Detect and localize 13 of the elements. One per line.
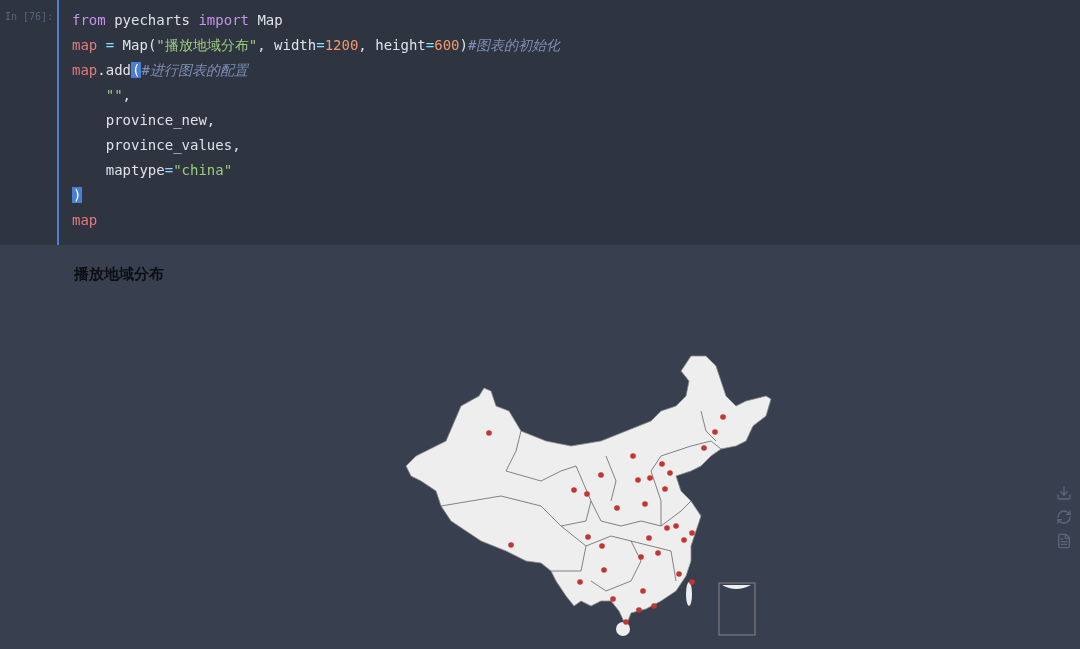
code-line: from pyecharts import Map — [72, 11, 283, 30]
code-line: maptype="china" — [104, 161, 233, 180]
code-line: province_new, — [104, 111, 216, 131]
code-line: province_values, — [104, 136, 241, 156]
code-line: map = Map("播放地域分布", width=1200, height=600)#图表的初始化 — [72, 36, 561, 55]
refresh-icon[interactable] — [1056, 509, 1072, 525]
document-icon[interactable] — [1056, 533, 1072, 549]
cell-prompt: In [76]: — [5, 11, 54, 22]
chart-title: 播放地域分布 — [74, 265, 164, 283]
download-icon[interactable] — [1056, 485, 1072, 501]
code-line: map.add(#进行图表的配置 — [72, 61, 248, 80]
code-line: "", — [104, 86, 131, 105]
code-line: map — [72, 211, 98, 230]
